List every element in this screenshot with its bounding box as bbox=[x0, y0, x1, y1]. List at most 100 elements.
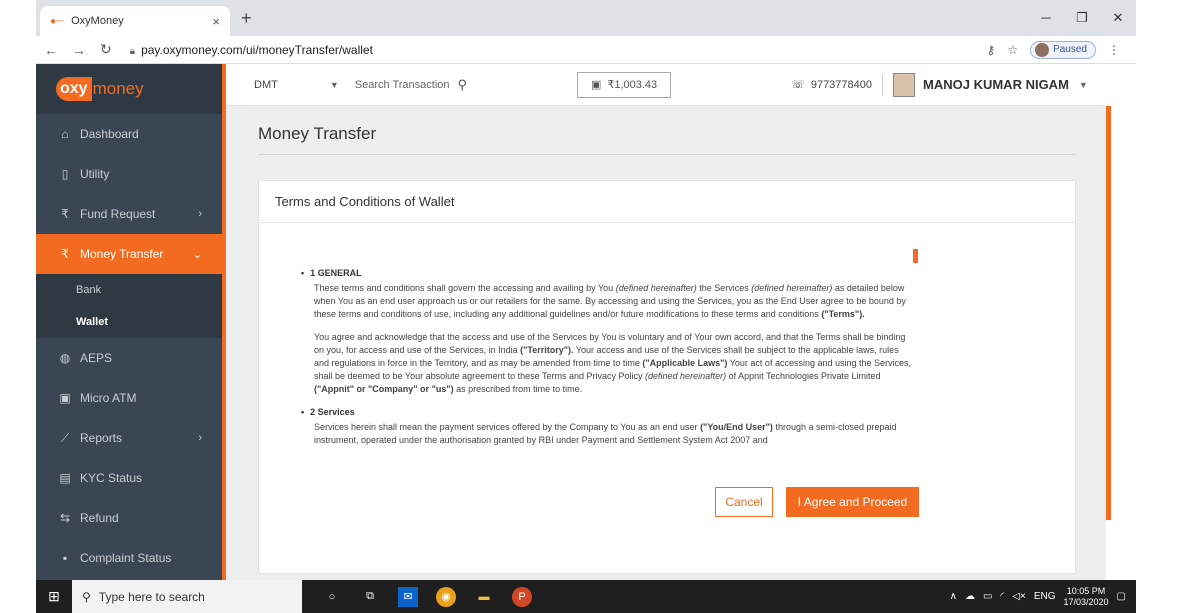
cancel-button[interactable]: Cancel bbox=[715, 487, 773, 517]
notification-icon[interactable]: ▢ bbox=[1117, 591, 1126, 602]
service-select[interactable]: DMT bbox=[254, 79, 278, 91]
back-icon[interactable]: ← bbox=[44, 42, 58, 58]
powerpoint-icon[interactable]: P bbox=[512, 586, 532, 607]
bank-icon: ▣ bbox=[59, 391, 71, 405]
search-icon[interactable]: ⚲ bbox=[458, 77, 468, 93]
clock-time: 10:05 PM bbox=[1066, 585, 1106, 596]
sidebar-item-label: Money Transfer bbox=[80, 247, 164, 261]
phone-icon: ☏ bbox=[791, 79, 805, 91]
browser-tab-strip: ●─ OxyMoney × + ─ ❐ ✕ bbox=[36, 0, 1136, 36]
profile-avatar bbox=[1035, 42, 1050, 57]
wallet-icon: ▣ bbox=[590, 79, 602, 91]
scrollbar[interactable] bbox=[1106, 106, 1111, 520]
clock[interactable]: 10:05 PM 17/03/2020 bbox=[1064, 586, 1109, 608]
address-bar-actions: ⚷ ☆ Paused ⋮ bbox=[987, 40, 1120, 59]
user-avatar[interactable] bbox=[893, 72, 916, 97]
user-name[interactable]: MANOJ KUMAR NIGAM bbox=[923, 77, 1069, 92]
cloud-icon[interactable]: ☁ bbox=[965, 591, 975, 602]
sidebar-item-kyc-status[interactable]: ▤ KYC Status bbox=[36, 458, 226, 498]
sidebar-item-fund-request[interactable]: ₹ Fund Request › bbox=[36, 194, 226, 234]
lock-icon: 🔒︎ bbox=[129, 45, 136, 57]
wallet-balance[interactable]: ▣ ₹1,003.43 bbox=[577, 71, 672, 98]
windows-taskbar: ⊞ ⚲ Type here to search ○ ⧉ ✉ ◉ ▬ P ∧ ☁ … bbox=[36, 580, 1136, 613]
url-field[interactable]: 🔒︎ pay.oxymoney.com/ui/moneyTransfer/wall… bbox=[130, 43, 373, 57]
url-text: pay.oxymoney.com/ui/moneyTransfer/wallet bbox=[141, 42, 373, 57]
terms-text: 1 GENERAL These terms and conditions sha… bbox=[301, 267, 913, 457]
text: as prescribed from time to time. bbox=[453, 384, 583, 394]
taskbar-search[interactable]: ⚲ Type here to search bbox=[72, 580, 302, 613]
browser-tab[interactable]: ●─ OxyMoney × bbox=[40, 6, 230, 36]
chrome-icon[interactable]: ◉ bbox=[436, 586, 456, 607]
wifi-icon[interactable]: ◜ bbox=[1000, 591, 1004, 602]
mobile-icon: ▯ bbox=[61, 167, 69, 181]
sidebar-item-utility[interactable]: ▯ Utility bbox=[36, 154, 226, 194]
sidebar-item-label: Complaint Status bbox=[80, 551, 172, 565]
rupee-icon: ₹ bbox=[61, 247, 69, 261]
minimize-icon[interactable]: ─ bbox=[1028, 0, 1064, 36]
address-bar: ← → ↻ 🔒︎ pay.oxymoney.com/ui/moneyTransfe… bbox=[36, 36, 1136, 64]
chevron-up-icon[interactable]: ∧ bbox=[950, 591, 957, 602]
windows-start-icon[interactable]: ⊞ bbox=[36, 588, 72, 605]
sidebar-subitem-wallet[interactable]: Wallet bbox=[36, 306, 226, 338]
terms-paragraph: You agree and acknowledge that the acces… bbox=[314, 331, 913, 396]
file-explorer-icon[interactable]: ▬ bbox=[474, 587, 494, 607]
sidebar-subitem-bank[interactable]: Bank bbox=[36, 274, 226, 306]
system-tray: ∧ ☁ ▭ ◜ ◁× ENG 10:05 PM 17/03/2020 ▢ bbox=[950, 586, 1136, 608]
terms-card: Terms and Conditions of Wallet 1 GENERAL… bbox=[258, 180, 1076, 574]
sidebar-item-money-transfer[interactable]: ₹ Money Transfer ⌄ bbox=[36, 234, 226, 274]
sidebar-item-label: AEPS bbox=[80, 351, 113, 365]
text: ("Applicable Laws") bbox=[642, 358, 728, 368]
text: the Services bbox=[696, 283, 752, 293]
key-icon[interactable]: ⚷ bbox=[987, 43, 996, 57]
search-icon: ⚲ bbox=[82, 589, 91, 604]
chevron-right-icon: › bbox=[198, 208, 202, 220]
volume-icon[interactable]: ◁× bbox=[1012, 591, 1026, 602]
sidebar-item-label: Micro ATM bbox=[80, 391, 137, 405]
sidebar-item-complaint-status[interactable]: ▪ Complaint Status bbox=[36, 538, 226, 578]
language-indicator[interactable]: ENG bbox=[1034, 591, 1056, 602]
chevron-right-icon: › bbox=[198, 432, 202, 444]
user-menu-chevron-icon[interactable]: ▼ bbox=[1079, 80, 1088, 90]
outlook-icon[interactable]: ✉ bbox=[398, 586, 418, 607]
chevron-down-icon[interactable]: ▼ bbox=[330, 80, 339, 90]
search-transaction-input[interactable]: Search Transaction bbox=[355, 79, 450, 91]
reload-icon[interactable]: ↻ bbox=[100, 41, 112, 58]
sidebar-item-aeps[interactable]: ◍ AEPS bbox=[36, 338, 226, 378]
battery-icon[interactable]: ▭ bbox=[983, 591, 992, 602]
chart-icon: ⟋ bbox=[60, 430, 70, 445]
complaint-icon: ▪ bbox=[62, 551, 68, 565]
browser-menu-icon[interactable]: ⋮ bbox=[1108, 43, 1120, 57]
money-transfer-submenu: Bank Wallet bbox=[36, 274, 226, 338]
sidebar-item-micro-atm[interactable]: ▣ Micro ATM bbox=[36, 378, 226, 418]
cortana-icon[interactable]: ○ bbox=[322, 587, 342, 607]
text: (defined hereinafter) bbox=[751, 283, 833, 293]
profile-button[interactable]: Paused bbox=[1030, 40, 1096, 59]
bookmark-star-icon[interactable]: ☆ bbox=[1007, 43, 1018, 57]
tab-close-icon[interactable]: × bbox=[212, 14, 220, 29]
agree-proceed-button[interactable]: I Agree and Proceed bbox=[786, 487, 919, 517]
terms-paragraph: These terms and conditions shall govern … bbox=[314, 282, 913, 321]
card-title: Terms and Conditions of Wallet bbox=[259, 181, 1075, 223]
rupee-icon: ₹ bbox=[61, 207, 69, 221]
main-content: Money Transfer Terms and Conditions of W… bbox=[226, 106, 1106, 580]
top-bar: DMT ▼ Search Transaction ⚲ ▣ ₹1,003.43 ☏… bbox=[226, 64, 1106, 106]
sidebar-item-refund[interactable]: ⇆ Refund bbox=[36, 498, 226, 538]
text: ("Territory"). bbox=[520, 345, 574, 355]
sidebar-item-reports[interactable]: ⟋ Reports › bbox=[36, 418, 226, 458]
section-heading: 1 GENERAL bbox=[310, 267, 913, 280]
sidebar-item-dashboard[interactable]: ⌂ Dashboard bbox=[36, 114, 226, 154]
new-tab-button[interactable]: + bbox=[241, 8, 252, 29]
balance-amount: ₹1,003.43 bbox=[607, 79, 658, 91]
scroll-indicator[interactable] bbox=[913, 249, 918, 263]
task-view-icon[interactable]: ⧉ bbox=[360, 587, 380, 607]
chevron-down-icon: ⌄ bbox=[192, 248, 202, 261]
forward-icon[interactable]: → bbox=[72, 42, 86, 58]
refund-icon: ⇆ bbox=[59, 511, 71, 525]
home-icon: ⌂ bbox=[61, 127, 69, 141]
support-phone: ☏ 9773778400 bbox=[791, 78, 872, 92]
restore-icon[interactable]: ❐ bbox=[1064, 0, 1100, 36]
window-close-icon[interactable]: ✕ bbox=[1100, 0, 1136, 36]
text: ("You/End User") bbox=[700, 422, 773, 432]
oxymoney-logo[interactable]: oxy money bbox=[36, 64, 226, 114]
page-title: Money Transfer bbox=[258, 124, 377, 143]
